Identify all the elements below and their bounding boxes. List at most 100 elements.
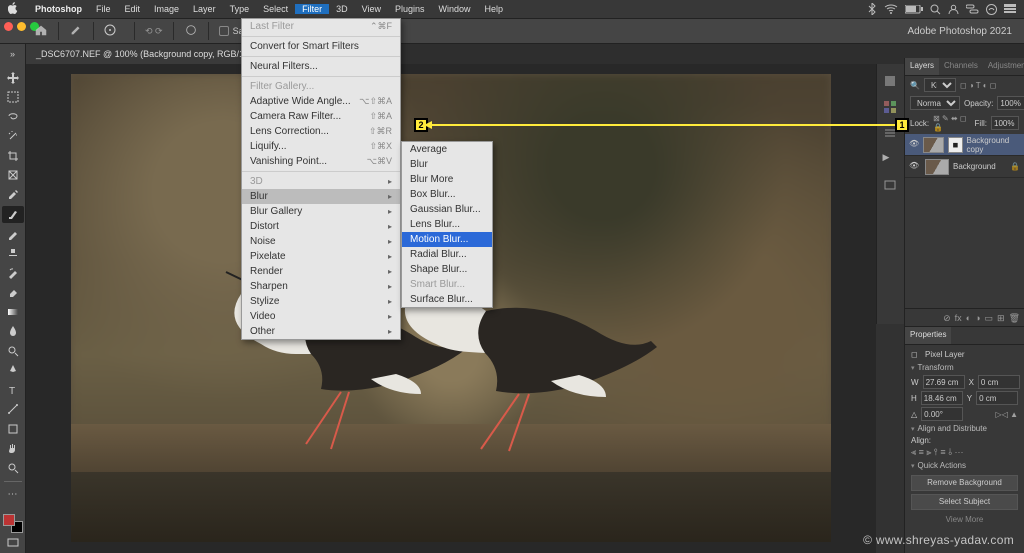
visibility-icon[interactable]: 👁	[909, 161, 921, 173]
filter-other[interactable]: Other	[242, 324, 400, 339]
info-panel-icon[interactable]	[883, 178, 899, 194]
tab-expand-icon[interactable]: »	[0, 44, 26, 64]
blur-blur[interactable]: Blur	[402, 157, 492, 172]
menu-layer[interactable]: Layer	[186, 4, 223, 14]
home-icon[interactable]	[34, 23, 48, 39]
transform-section[interactable]: Transform	[911, 361, 1018, 374]
app-name[interactable]: Photoshop	[28, 4, 89, 14]
delete-layer-icon[interactable]: 🗑	[1009, 313, 1020, 322]
height-input[interactable]	[921, 391, 963, 405]
menu-select[interactable]: Select	[256, 4, 295, 14]
history-brush-tool[interactable]	[2, 264, 24, 282]
new-layer-icon[interactable]: ⊞	[997, 313, 1005, 322]
stamp-tool[interactable]	[2, 245, 24, 263]
shape-tool[interactable]	[2, 420, 24, 438]
quick-actions-section[interactable]: Quick Actions	[911, 459, 1018, 472]
swatches-panel-icon[interactable]	[883, 100, 899, 116]
color-swatches[interactable]	[3, 514, 23, 533]
hand-tool[interactable]	[2, 440, 24, 458]
blur-surface[interactable]: Surface Blur...	[402, 292, 492, 307]
crop-tool[interactable]	[2, 147, 24, 165]
wifi-icon[interactable]	[884, 4, 898, 14]
blur-lens[interactable]: Lens Blur...	[402, 217, 492, 232]
screen-mode-icon[interactable]	[2, 534, 24, 552]
visibility-icon[interactable]: 👁	[909, 139, 919, 151]
notification-icon[interactable]	[1004, 4, 1016, 14]
eraser-tool[interactable]	[2, 284, 24, 302]
filter-video[interactable]: Video	[242, 309, 400, 324]
type-tool[interactable]: T	[2, 381, 24, 399]
angle-input[interactable]	[921, 407, 963, 421]
brush-tool[interactable]	[2, 225, 24, 243]
lasso-tool[interactable]	[2, 108, 24, 126]
brush-size-icon[interactable]	[104, 24, 124, 38]
filter-distort[interactable]: Distort	[242, 219, 400, 234]
blend-mode-select[interactable]: Normal	[910, 96, 960, 110]
blur-more[interactable]: Blur More	[402, 172, 492, 187]
menu-window[interactable]: Window	[432, 4, 478, 14]
filter-noise[interactable]: Noise	[242, 234, 400, 249]
menu-edit[interactable]: Edit	[118, 4, 148, 14]
eyedropper-tool[interactable]	[2, 186, 24, 204]
pressure-icon[interactable]	[184, 23, 198, 39]
layer-background-copy[interactable]: 👁 ◼ Background copy	[905, 134, 1024, 156]
align-section[interactable]: Align and Distribute	[911, 422, 1018, 435]
move-tool[interactable]	[2, 69, 24, 87]
adjustment-icon[interactable]: ◑	[975, 313, 980, 322]
blur-motion[interactable]: Motion Blur...	[402, 232, 492, 247]
blur-average[interactable]: Average	[402, 142, 492, 157]
apple-icon[interactable]	[8, 2, 18, 16]
wand-tool[interactable]	[2, 128, 24, 146]
filter-render[interactable]: Render	[242, 264, 400, 279]
fx-icon[interactable]: fx	[955, 313, 962, 322]
menu-help[interactable]: Help	[478, 4, 511, 14]
marquee-tool[interactable]	[2, 89, 24, 107]
gradient-tool[interactable]	[2, 303, 24, 321]
filter-stylize[interactable]: Stylize	[242, 294, 400, 309]
y-input[interactable]	[976, 391, 1018, 405]
edit-toolbar-icon[interactable]: ⋯	[2, 485, 24, 503]
control-center-icon[interactable]	[966, 4, 979, 14]
tool-preset-icon[interactable]	[69, 23, 83, 39]
view-more-link[interactable]: View More	[911, 513, 1018, 526]
menu-3d[interactable]: 3D	[329, 4, 355, 14]
filter-camera-raw[interactable]: Camera Raw Filter...⇧⌘A	[242, 109, 400, 124]
select-subject-button[interactable]: Select Subject	[911, 494, 1018, 510]
filter-liquify[interactable]: Liquify...⇧⌘X	[242, 139, 400, 154]
filter-awa[interactable]: Adaptive Wide Angle...⌥⇧⌘A	[242, 94, 400, 109]
actions-panel-icon[interactable]: ▶	[883, 152, 899, 168]
filter-neural[interactable]: Neural Filters...	[242, 59, 400, 74]
channels-tab[interactable]: Channels	[939, 58, 983, 75]
bluetooth-icon[interactable]	[868, 3, 877, 15]
width-input[interactable]	[923, 375, 965, 389]
remove-background-button[interactable]: Remove Background	[911, 475, 1018, 491]
menu-filter[interactable]: Filter	[295, 4, 329, 14]
search-icon[interactable]: 🔍	[910, 81, 920, 90]
blur-gaussian[interactable]: Gaussian Blur...	[402, 202, 492, 217]
healing-brush-tool[interactable]	[2, 206, 24, 224]
layers-tab[interactable]: Layers	[905, 58, 939, 75]
path-tool[interactable]	[2, 401, 24, 419]
menu-file[interactable]: File	[89, 4, 118, 14]
menu-plugins[interactable]: Plugins	[388, 4, 432, 14]
properties-tab[interactable]: Properties	[905, 327, 951, 344]
group-icon[interactable]: ▭	[985, 313, 994, 322]
link-layers-icon[interactable]: ⊘	[943, 313, 951, 322]
x-input[interactable]	[978, 375, 1020, 389]
history-panel-icon[interactable]	[883, 126, 899, 142]
user-icon[interactable]	[948, 4, 959, 15]
pen-tool[interactable]	[2, 362, 24, 380]
menu-view[interactable]: View	[355, 4, 388, 14]
battery-icon[interactable]	[905, 5, 923, 14]
filter-pixelate[interactable]: Pixelate	[242, 249, 400, 264]
frame-tool[interactable]	[2, 167, 24, 185]
filter-vanishing-point[interactable]: Vanishing Point...⌥⌘V	[242, 154, 400, 169]
layer-background[interactable]: 👁 Background 🔒	[905, 156, 1024, 178]
siri-icon[interactable]	[986, 4, 997, 15]
adjustments-tab[interactable]: Adjustments	[983, 58, 1024, 75]
zoom-tool[interactable]	[2, 459, 24, 477]
menu-image[interactable]: Image	[147, 4, 186, 14]
mask-icon[interactable]: ◐	[966, 313, 971, 322]
dodge-tool[interactable]	[2, 342, 24, 360]
opacity-input[interactable]	[997, 96, 1024, 110]
